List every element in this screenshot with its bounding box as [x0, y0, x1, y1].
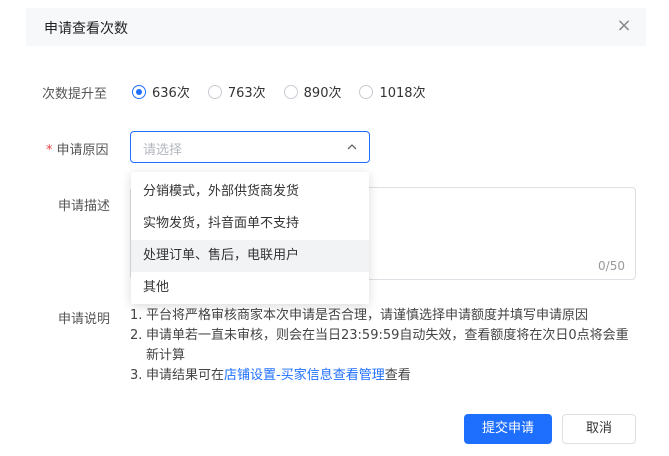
count-option-763[interactable]: 763次 [207, 82, 266, 101]
radio-unchecked-icon [283, 84, 298, 99]
note-item-1: 1. 平台将严格审核商家本次申请是否合理，请谨慎选择申请额度并填写申请原因 [130, 308, 589, 323]
reason-option-other[interactable]: 其他 [131, 272, 369, 304]
note-item-2: 2. 申请单若一直未审核，则会在当日23:59:59自动失效，查看额度将在次日0… [130, 328, 629, 363]
desc-label: 申请描述 [58, 199, 111, 214]
count-radio-group: 636次 763次 890次 1018次 [132, 82, 444, 101]
required-mark: * [46, 143, 53, 158]
count-option-1018[interactable]: 1018次 [359, 82, 426, 101]
reason-option-distribution[interactable]: 分销模式，外部供货商发货 [131, 176, 369, 208]
radio-unchecked-icon [207, 84, 222, 99]
dialog-header: 申请查看次数 × [26, 8, 646, 46]
dialog-title: 申请查看次数 [44, 21, 128, 37]
count-label: 次数提升至 [42, 87, 108, 102]
notes-label: 申请说明 [58, 312, 111, 327]
desc-counter: 0/50 [598, 259, 625, 273]
notes-list: 1. 平台将严格审核商家本次申请是否合理，请谨慎选择申请额度并填写申请原因 2.… [130, 306, 640, 386]
count-option-636[interactable]: 636次 [132, 82, 190, 101]
radio-checked-icon [132, 84, 146, 99]
close-icon[interactable]: × [614, 16, 634, 36]
shop-settings-link[interactable]: 店铺设置-买家信息查看管理 [224, 368, 385, 383]
chevron-up-icon [347, 144, 357, 150]
reason-option-physical[interactable]: 实物发货，抖音面单不支持 [131, 208, 369, 240]
cancel-button[interactable]: 取消 [562, 414, 636, 444]
note-item-3: 3. 申请结果可在店铺设置-买家信息查看管理查看 [130, 368, 411, 383]
reason-select[interactable]: 请选择 [130, 131, 370, 163]
reason-label: * 申请原因 [46, 143, 109, 158]
reason-option-orders[interactable]: 处理订单、售后，电联用户 [131, 240, 369, 272]
submit-button[interactable]: 提交申请 [464, 414, 552, 444]
apply-view-count-dialog: 申请查看次数 × 次数提升至 636次 763次 890次 1018次 * 申请原… [0, 0, 669, 456]
count-option-890[interactable]: 890次 [283, 82, 341, 101]
radio-unchecked-icon [359, 84, 374, 99]
reason-placeholder: 请选择 [143, 143, 183, 158]
reason-dropdown: 分销模式，外部供货商发货 实物发货，抖音面单不支持 处理订单、售后，电联用户 其… [131, 172, 369, 304]
